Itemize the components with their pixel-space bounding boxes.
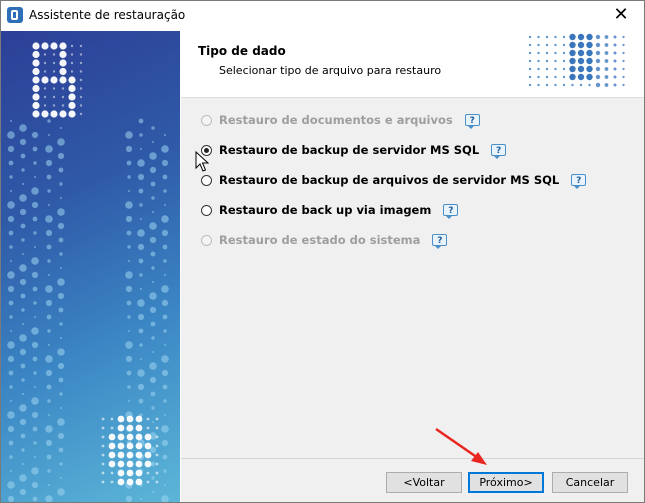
help-icon[interactable]: ? [571,174,587,189]
radio-button[interactable] [201,174,212,186]
radio-button[interactable] [201,234,212,246]
option-system-state[interactable]: Restauro de estado do sistema ? [201,231,448,249]
option-mssql-files-backup[interactable]: Restauro de backup de arquivos de servid… [201,171,587,189]
app-logo-icon [7,7,23,23]
back-button[interactable]: <Voltar [386,472,462,493]
sidebar-dot-pattern [7,42,169,502]
window-title: Assistente de restauração [29,8,186,22]
page-title: Tipo de dado [198,44,286,58]
wizard-footer: <Voltar Próximo> Cancelar [181,458,644,502]
mouse-cursor-icon [195,151,209,172]
restore-wizard-window: Assistente de restauração ✕ Tipo de dado… [0,0,645,503]
help-icon[interactable]: ? [491,144,507,159]
options-panel: Restauro de documentos e arquivos ? Rest… [181,98,644,458]
header-logo-icon [528,33,625,88]
help-icon[interactable]: ? [464,114,480,129]
wizard-header: Tipo de dado Selecionar tipo de arquivo … [181,31,644,98]
title-bar[interactable]: Assistente de restauração ✕ [1,1,644,31]
option-label: Restauro de documentos e arquivos [219,113,453,127]
option-label: Restauro de backup de arquivos de servid… [219,173,560,187]
page-subtitle: Selecionar tipo de arquivo para restauro [219,64,442,77]
next-button[interactable]: Próximo> [468,472,544,493]
help-icon[interactable]: ? [432,234,448,249]
radio-button[interactable] [201,114,212,126]
option-mssql-backup[interactable]: Restauro de backup de servidor MS SQL ? [201,141,507,159]
radio-button[interactable] [201,204,212,216]
sidebar-banner [1,31,180,502]
option-documents-files[interactable]: Restauro de documentos e arquivos ? [201,111,480,129]
cancel-button[interactable]: Cancelar [552,472,628,493]
option-label: Restauro de estado do sistema [219,233,421,247]
help-icon[interactable]: ? [443,204,459,219]
option-image-backup[interactable]: Restauro de back up via imagem ? [201,201,459,219]
close-button[interactable]: ✕ [598,1,644,31]
option-label: Restauro de back up via imagem [219,203,432,217]
option-label: Restauro de backup de servidor MS SQL [219,143,480,157]
